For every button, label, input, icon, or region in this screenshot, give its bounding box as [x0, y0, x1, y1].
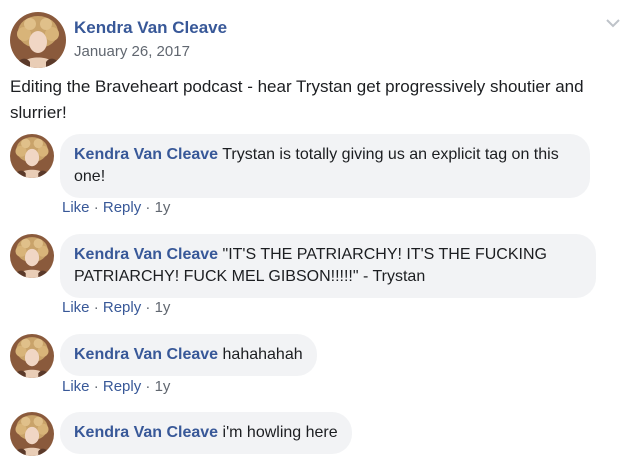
- profile-photo: [10, 234, 54, 278]
- comment-time[interactable]: 1y: [155, 378, 171, 395]
- reply-link[interactable]: Reply: [103, 378, 141, 395]
- comment-actions: Like · Reply · 1y: [62, 378, 171, 395]
- avatar[interactable]: [10, 412, 54, 456]
- avatar[interactable]: [10, 134, 54, 178]
- comment-bubble: Kendra Van Cleave "IT'S THE PATRIARCHY! …: [60, 234, 596, 298]
- comment-author-name[interactable]: Kendra Van Cleave: [74, 424, 218, 441]
- profile-photo: [10, 412, 54, 456]
- like-link[interactable]: Like: [62, 299, 90, 316]
- reply-link[interactable]: Reply: [103, 199, 141, 216]
- comment-text: hahahahah: [222, 346, 303, 363]
- comment-text: i'm howling here: [222, 424, 338, 441]
- comment-author-name[interactable]: Kendra Van Cleave: [74, 146, 218, 163]
- avatar[interactable]: [10, 334, 54, 378]
- comment-time[interactable]: 1y: [155, 199, 171, 216]
- comment-author-name[interactable]: Kendra Van Cleave: [74, 346, 218, 363]
- avatar[interactable]: [10, 234, 54, 278]
- avatar[interactable]: [10, 12, 66, 68]
- post-header: Kendra Van Cleave January 26, 2017: [10, 12, 630, 68]
- comment-bubble: Kendra Van Cleave Trystan is totally giv…: [60, 134, 590, 198]
- profile-photo: [10, 134, 54, 178]
- comment-bubble: Kendra Van Cleave i'm howling here: [60, 412, 352, 454]
- profile-photo: [10, 334, 54, 378]
- comment-actions: Like · Reply · 1y: [62, 199, 171, 216]
- comment-author-name[interactable]: Kendra Van Cleave: [74, 246, 218, 263]
- post-author-name[interactable]: Kendra Van Cleave: [74, 18, 227, 38]
- post-date[interactable]: January 26, 2017: [74, 43, 190, 60]
- post-text: Editing the Braveheart podcast - hear Tr…: [10, 77, 584, 122]
- comment-bubble: Kendra Van Cleave hahahahah: [60, 334, 317, 376]
- like-link[interactable]: Like: [62, 199, 90, 216]
- chevron-down-icon[interactable]: [604, 16, 622, 30]
- like-link[interactable]: Like: [62, 378, 90, 395]
- comment-time[interactable]: 1y: [155, 299, 171, 316]
- comment-actions: Like · Reply · 1y: [62, 299, 171, 316]
- profile-photo: [10, 12, 66, 68]
- reply-link[interactable]: Reply: [103, 299, 141, 316]
